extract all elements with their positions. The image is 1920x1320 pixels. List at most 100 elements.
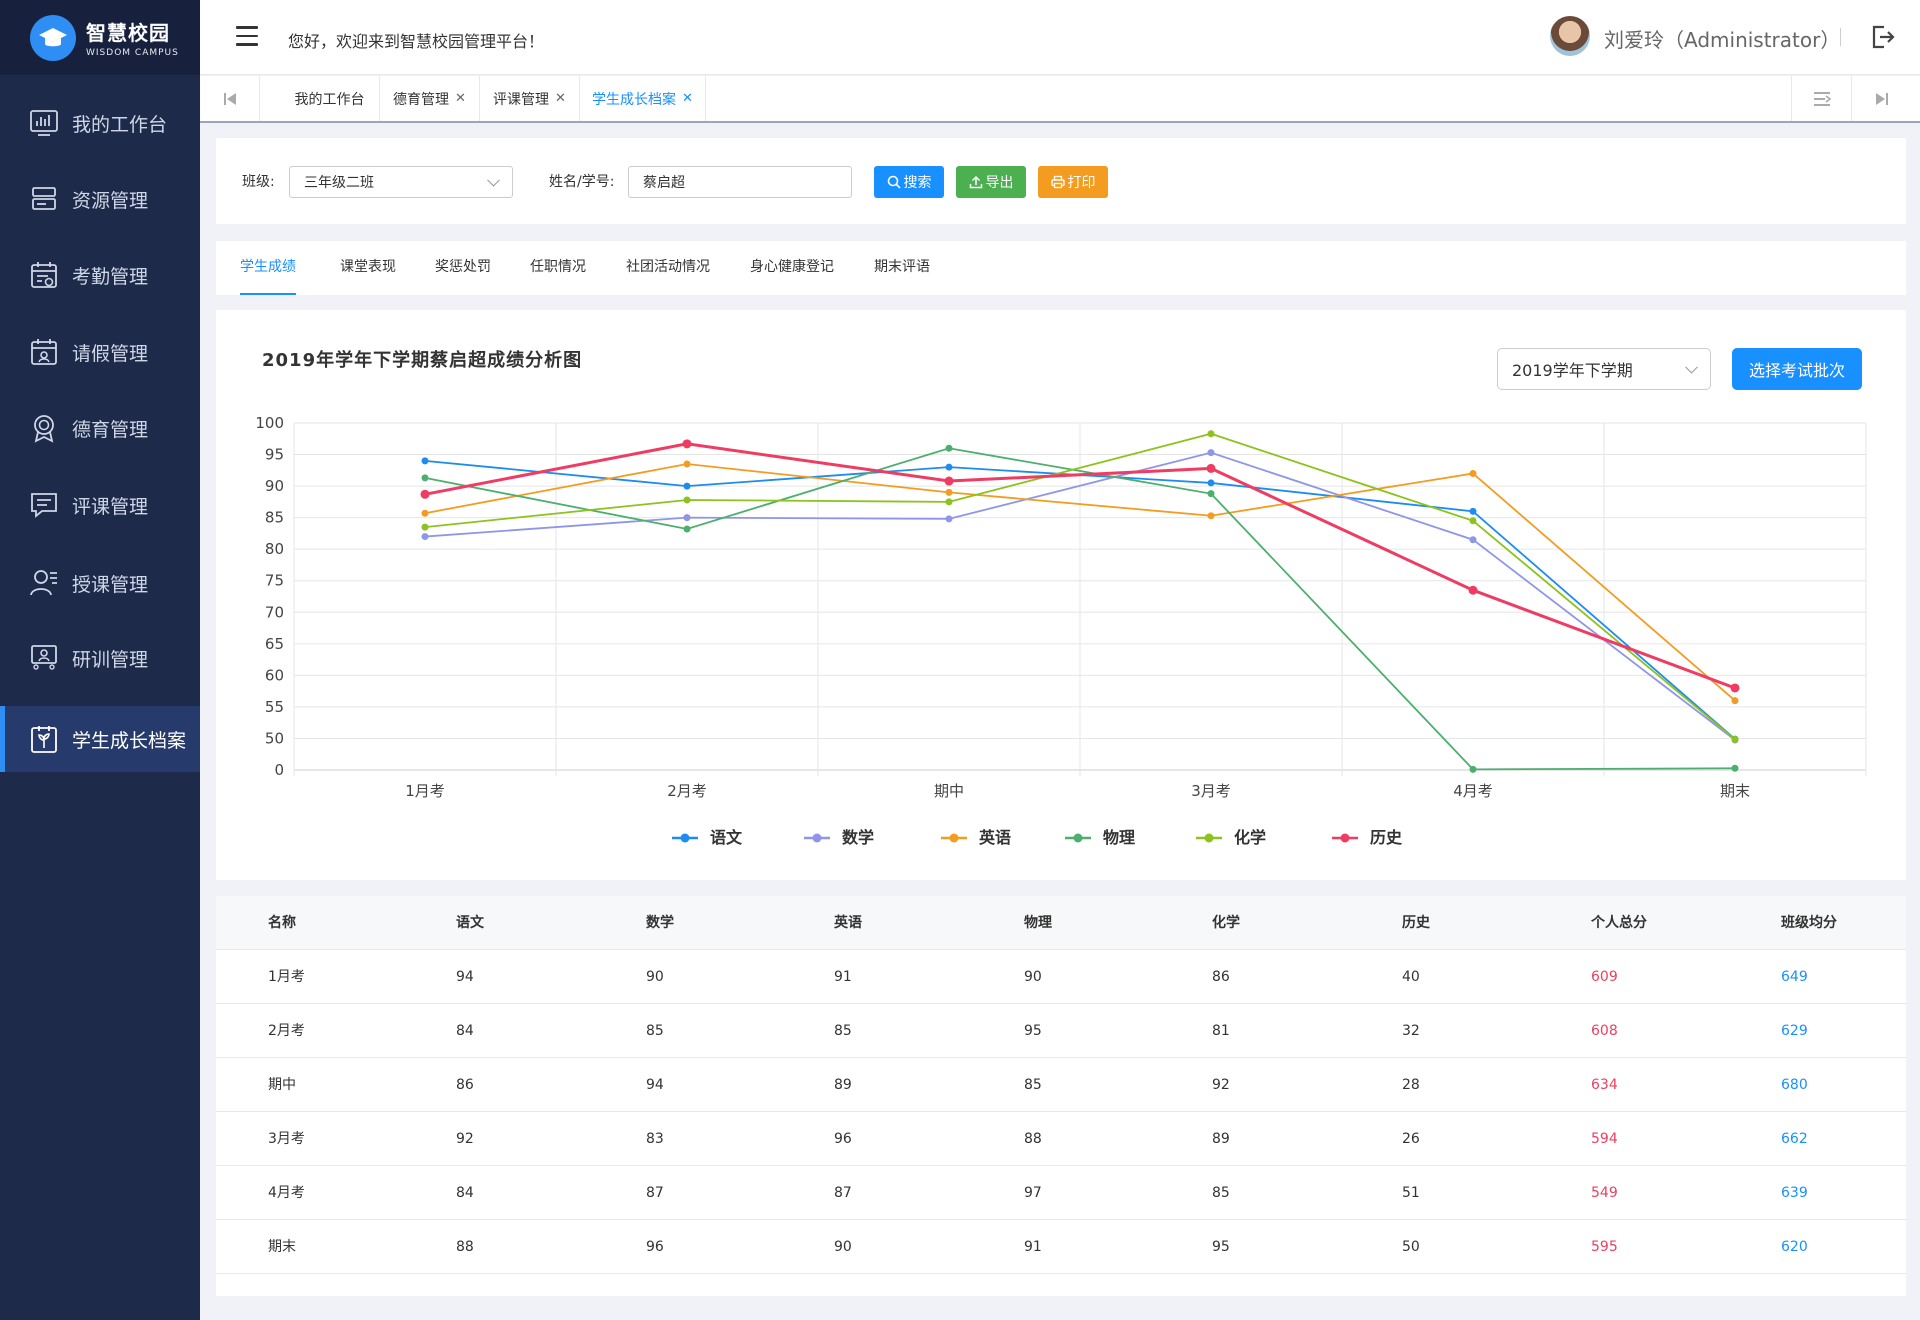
sidebar-item-5[interactable]: 评课管理 xyxy=(0,472,200,538)
sidebar-item-8[interactable]: 学生成长档案 xyxy=(0,706,200,772)
tab-menu-icon[interactable] xyxy=(1791,76,1851,121)
table-cell: 87 xyxy=(646,1185,664,1201)
training-icon xyxy=(31,645,57,670)
legend-marker-0 xyxy=(680,833,690,843)
tab-3[interactable]: 学生成长档案 ✕ xyxy=(580,76,706,121)
student-name-input[interactable]: 蔡启超 xyxy=(628,166,852,198)
close-icon[interactable]: ✕ xyxy=(682,91,693,106)
class-select-value: 三年级二班 xyxy=(304,175,374,191)
table-cell: 40 xyxy=(1402,969,1420,985)
table-cell: 95 xyxy=(1212,1239,1230,1255)
table-cell: 85 xyxy=(1024,1077,1042,1093)
data-point xyxy=(1731,697,1739,705)
data-point xyxy=(1207,430,1215,438)
data-point xyxy=(421,457,429,465)
data-point xyxy=(1469,507,1477,515)
logout-icon[interactable] xyxy=(1870,24,1896,50)
table-header-cell: 个人总分 xyxy=(1591,915,1647,931)
print-button-label: 打印 xyxy=(1067,175,1096,191)
subtab-3[interactable]: 任职情况 xyxy=(530,241,586,295)
legend-label: 物理 xyxy=(1103,828,1135,847)
data-point xyxy=(945,444,953,452)
table-header-cell: 数学 xyxy=(646,915,674,931)
x-tick-label: 3月考 xyxy=(1191,782,1231,800)
tab-1[interactable]: 德育管理 ✕ xyxy=(380,76,480,121)
data-point xyxy=(1731,735,1739,743)
subtab-4[interactable]: 社团活动情况 xyxy=(626,241,710,295)
table-cell: 96 xyxy=(646,1239,664,1255)
data-point xyxy=(945,498,953,506)
data-point xyxy=(683,496,691,504)
subtab-5[interactable]: 身心健康登记 xyxy=(750,241,834,295)
sidebar-item-label: 德育管理 xyxy=(72,418,149,441)
subtab-0[interactable]: 学生成绩 xyxy=(240,241,296,295)
table-cell: 88 xyxy=(1024,1131,1042,1147)
close-icon[interactable]: ✕ xyxy=(455,91,466,106)
y-tick-label: 95 xyxy=(265,446,284,464)
table-row: 4月考 84 87 87 97 85 51 549 639 xyxy=(216,1166,1906,1220)
welcome-text: 您好，欢迎来到智慧校园管理平台！ xyxy=(288,32,545,51)
avatar[interactable] xyxy=(1550,16,1590,56)
record-tabs: 学生成绩 课堂表现 奖惩处罚 任职情况 社团活动情况 身心健康登记 期末评语 xyxy=(216,241,1906,295)
close-icon[interactable]: ✕ xyxy=(555,91,566,106)
y-tick-label: 60 xyxy=(265,666,284,684)
tab-0[interactable]: 我的工作台 xyxy=(280,76,380,121)
sidebar-item-4[interactable]: 德育管理 xyxy=(0,395,200,461)
sidebar-item-1[interactable]: 资源管理 xyxy=(0,166,200,232)
table-cell: 32 xyxy=(1402,1023,1420,1039)
table-cell: 92 xyxy=(1212,1077,1230,1093)
sidebar-item-7[interactable]: 研训管理 xyxy=(0,625,200,691)
table-cell: 594 xyxy=(1591,1131,1618,1147)
table-cell: 94 xyxy=(456,969,474,985)
table-cell: 28 xyxy=(1402,1077,1420,1093)
subtab-1[interactable]: 课堂表现 xyxy=(340,241,396,295)
menu-toggle-icon[interactable] xyxy=(236,26,258,46)
sidebar: 智慧校园 WISDOM CAMPUS 我的工作台 资源管理 考勤管理 请假管理 德育管理… xyxy=(0,0,200,1320)
sidebar-item-6[interactable]: 授课管理 xyxy=(0,550,200,616)
table-cell: 85 xyxy=(646,1023,664,1039)
print-button[interactable]: 打印 xyxy=(1038,166,1108,198)
tab-scroll-left-icon[interactable] xyxy=(200,76,260,121)
user-name[interactable]: 刘爱玲（Administrator） xyxy=(1604,24,1840,53)
class-select[interactable]: 三年级二班 xyxy=(289,166,513,198)
score-table: 名称 语文 数学 英语 物理 化学 历史 个人总分 班级均分 1月考 94 90 91 90 86 40 609… xyxy=(216,896,1906,1296)
sidebar-item-2[interactable]: 考勤管理 xyxy=(0,242,200,308)
y-tick-label: 75 xyxy=(265,572,284,590)
sidebar-item-label: 资源管理 xyxy=(72,189,149,212)
export-button[interactable]: 导出 xyxy=(956,166,1026,198)
table-cell: 94 xyxy=(646,1077,664,1093)
data-point xyxy=(1207,479,1215,487)
table-cell: 96 xyxy=(834,1131,852,1147)
table-cell: 期中 xyxy=(268,1077,296,1093)
sidebar-item-3[interactable]: 请假管理 xyxy=(0,319,200,385)
table-row: 3月考 92 83 96 88 89 26 594 662 xyxy=(216,1112,1906,1166)
x-tick-label: 2月考 xyxy=(667,782,707,800)
data-point xyxy=(1206,463,1216,473)
data-point xyxy=(1469,517,1477,525)
table-cell: 649 xyxy=(1781,969,1808,985)
table-header-cell: 名称 xyxy=(268,915,296,931)
legend-label: 英语 xyxy=(978,828,1011,847)
table-cell: 595 xyxy=(1591,1239,1618,1255)
legend-marker-3 xyxy=(1073,833,1083,843)
table-cell: 90 xyxy=(646,969,664,985)
table-cell: 86 xyxy=(456,1077,474,1093)
table-cell: 629 xyxy=(1781,1023,1808,1039)
data-point xyxy=(683,514,691,522)
subtab-2[interactable]: 奖惩处罚 xyxy=(435,241,491,295)
table-row: 期中 86 94 89 85 92 28 634 680 xyxy=(216,1058,1906,1112)
data-point xyxy=(945,488,953,496)
sidebar-item-0[interactable]: 我的工作台 xyxy=(0,90,200,156)
table-header-cell: 语文 xyxy=(456,915,484,931)
data-point xyxy=(421,509,429,517)
data-point xyxy=(1207,449,1215,457)
tab-label: 德育管理 xyxy=(393,91,450,108)
table-cell: 549 xyxy=(1591,1185,1618,1201)
tab-2[interactable]: 评课管理 ✕ xyxy=(480,76,580,121)
subtab-6[interactable]: 期末评语 xyxy=(874,241,930,295)
search-button[interactable]: 搜索 xyxy=(874,166,944,198)
sidebar-item-label: 请假管理 xyxy=(72,342,149,365)
tab-scroll-right-icon[interactable] xyxy=(1851,76,1911,121)
x-tick-label: 1月考 xyxy=(405,782,445,800)
chart-panel: 2019年学年下学期蔡启超成绩分析图 2019学年下学期 选择考试批次 0 50 5… xyxy=(216,310,1906,880)
